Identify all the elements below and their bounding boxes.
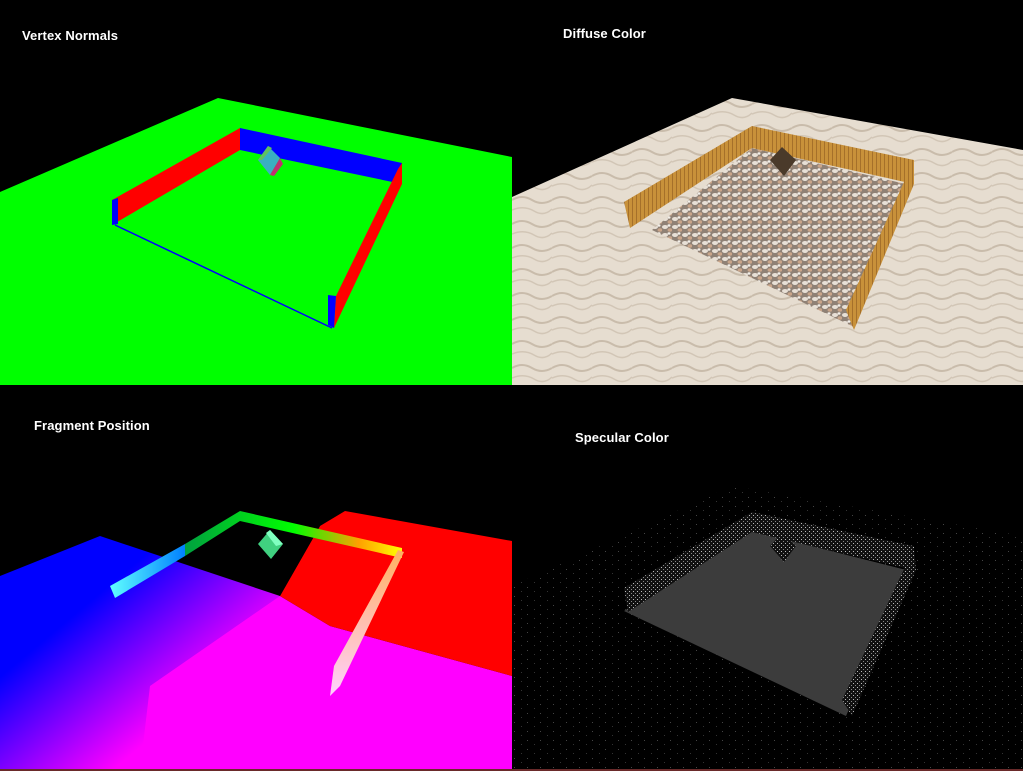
vertex-normals-panel: Vertex Normals — [0, 0, 512, 385]
diffuse-color-panel: Diffuse Color — [512, 0, 1023, 385]
normals-wall-left-edge — [112, 198, 118, 225]
fragment-position-scene — [0, 386, 512, 771]
vertex-normals-label: Vertex Normals — [22, 28, 119, 43]
vertex-normals-scene — [0, 0, 512, 385]
fragment-position-panel: Fragment Position — [0, 386, 512, 771]
specular-color-panel: Specular Color — [512, 386, 1023, 771]
specular-color-label: Specular Color — [575, 430, 669, 445]
diffuse-color-label: Diffuse Color — [563, 26, 646, 41]
diffuse-color-scene — [512, 0, 1023, 385]
fragment-position-label: Fragment Position — [34, 418, 150, 433]
